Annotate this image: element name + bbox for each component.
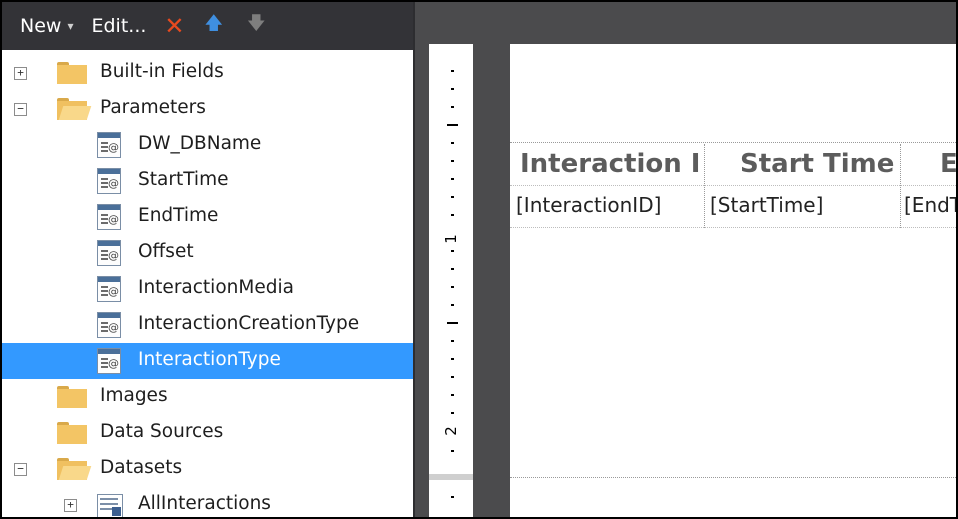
expand-icon[interactable]: + (64, 499, 77, 512)
tree-item-parameter[interactable]: @ StartTime (2, 163, 413, 199)
parameter-icon: @ (97, 276, 121, 302)
tree-item-dataset[interactable]: + AllInteractions (2, 487, 413, 517)
tree-item-images[interactable]: Images (2, 379, 413, 415)
tree-item-label: Data Sources (100, 421, 224, 442)
table-header-cell[interactable]: Start Time (740, 144, 898, 184)
tree-item-label: Images (100, 385, 168, 406)
collapse-icon[interactable]: − (14, 463, 27, 476)
parameter-icon: @ (97, 348, 121, 374)
ruler-label: 1 (441, 234, 460, 244)
tree-item-built-in-fields[interactable]: + Built-in Fields (2, 55, 413, 91)
ruler-label: 2 (441, 426, 460, 436)
tree-item-parameter[interactable]: @ InteractionMedia (2, 271, 413, 307)
tree-item-parameter[interactable]: @ Offset (2, 235, 413, 271)
tablix-top-border (510, 142, 956, 143)
tree-item-label: Offset (138, 241, 194, 262)
tree-item-label: InteractionType (138, 349, 281, 370)
delete-icon[interactable]: ✕ (164, 2, 184, 50)
table-detail-cell[interactable]: [EndT (904, 186, 956, 224)
tree-item-parameter[interactable]: @ DW_DBName (2, 127, 413, 163)
edit-button[interactable]: Edit... (91, 2, 146, 50)
tree-item-label: Built-in Fields (100, 61, 224, 82)
report-builder-window: New ▾ Edit... ✕ 🡅 🡇 + Built-in Fields − … (2, 2, 956, 517)
table-header-cell[interactable]: Interaction I (520, 144, 702, 184)
column-divider (704, 144, 705, 228)
design-surface: 1 2 Interaction I Start Time E [Interact… (415, 2, 956, 517)
tree-item-label: InteractionCreationType (138, 313, 360, 334)
ruler-separator (429, 474, 473, 480)
table-detail-cell[interactable]: [InteractionID] (516, 186, 702, 224)
folder-icon (57, 422, 87, 444)
tree-item-label: DW_DBName (138, 133, 262, 154)
dataset-icon (97, 494, 123, 517)
move-down-icon[interactable]: 🡇 (247, 2, 266, 50)
parameter-icon: @ (97, 312, 121, 338)
collapse-icon[interactable]: − (14, 103, 27, 116)
tree-item-datasets[interactable]: − Datasets (2, 451, 413, 487)
tree-item-label: AllInteractions (138, 493, 271, 514)
tree-item-label: Parameters (100, 97, 206, 118)
tree-item-parameters[interactable]: − Parameters (2, 91, 413, 127)
folder-icon (57, 62, 87, 84)
new-button[interactable]: New (20, 2, 61, 50)
parameter-icon: @ (97, 132, 121, 158)
open-folder-icon (57, 98, 92, 120)
body-bottom-border (510, 477, 956, 478)
row-divider (510, 227, 956, 228)
tree-item-parameter[interactable]: @ InteractionCreationType (2, 307, 413, 343)
chevron-down-icon[interactable]: ▾ (67, 2, 73, 50)
tree-item-label: StartTime (138, 169, 229, 190)
parameter-icon: @ (97, 168, 121, 194)
column-divider (900, 144, 901, 228)
parameter-icon: @ (97, 204, 121, 230)
folder-icon (57, 386, 87, 408)
tree-item-label: Datasets (100, 457, 183, 478)
tree-item-data-sources[interactable]: Data Sources (2, 415, 413, 451)
table-detail-cell[interactable]: [StartTime] (710, 186, 898, 224)
move-up-icon[interactable]: 🡅 (205, 2, 224, 50)
report-page: Interaction I Start Time E [InteractionI… (510, 44, 956, 517)
tree-item-parameter[interactable]: @ EndTime (2, 199, 413, 235)
tree-item-label: InteractionMedia (138, 277, 294, 298)
expand-icon[interactable]: + (14, 67, 27, 80)
tree-item-parameter-selected[interactable]: @ InteractionType (2, 343, 413, 379)
report-data-toolbar: New ▾ Edit... ✕ 🡅 🡇 (2, 2, 413, 50)
vertical-ruler: 1 2 (429, 44, 473, 517)
tree-item-label: EndTime (138, 205, 219, 226)
table-header-cell[interactable]: E (940, 144, 956, 184)
open-folder-icon (57, 458, 92, 480)
parameter-icon: @ (97, 240, 121, 266)
report-data-panel: New ▾ Edit... ✕ 🡅 🡇 + Built-in Fields − … (2, 2, 415, 517)
